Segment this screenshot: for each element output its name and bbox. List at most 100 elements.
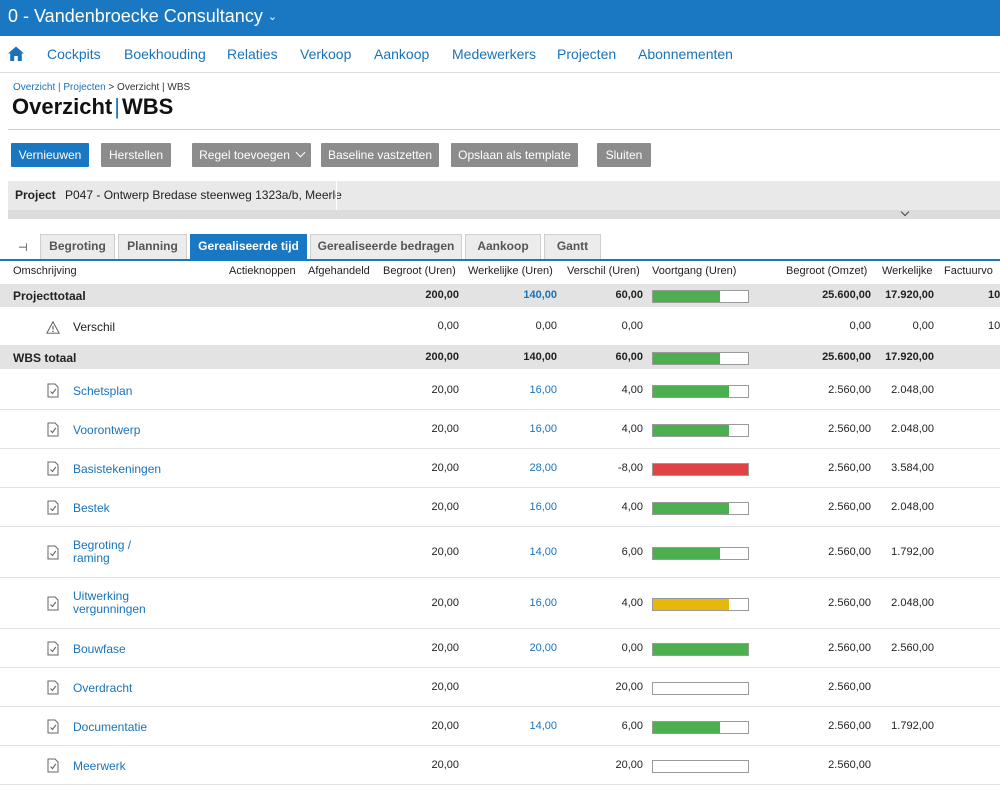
col-werkelijke[interactable]: Werkelijke [882, 265, 933, 277]
chevron-down-icon: ⌄ [267, 11, 278, 23]
begroot-omzet-value: 2.560,00 [828, 597, 871, 609]
progress-fill [653, 548, 720, 559]
task-link[interactable]: Begroting / raming [73, 539, 135, 565]
save-template-button[interactable]: Opslaan als template [451, 143, 578, 167]
werkelijk-uren-value: 0,00 [535, 320, 557, 332]
top-bar: 0 - Vandenbroecke Consultancy ⌄ [0, 0, 1000, 36]
progress-bar [652, 643, 749, 656]
collapse-toggle[interactable] [8, 207, 1000, 219]
task-link[interactable]: Overdracht [73, 681, 132, 695]
project-bar: Project P047 - Ontwerp Bredase steenweg … [8, 181, 1000, 210]
nav-relaties[interactable]: Relaties [227, 46, 278, 62]
task-check-icon [47, 719, 59, 734]
company-name: 0 - Vandenbroecke Consultancy [8, 6, 263, 26]
task-check-icon [47, 545, 59, 560]
task-link[interactable]: Bestek [73, 501, 110, 515]
col-begroot-omzet[interactable]: Begroot (Omzet) [786, 265, 867, 277]
werkelijk-uren-value[interactable]: 16,00 [529, 501, 557, 513]
table-row: Documentatie 20,00 14,00 6,00 2.560,00 1.792,… [0, 707, 1000, 746]
verschil-uren-value: 20,00 [615, 681, 643, 693]
verschil-uren-value: 60,00 [615, 351, 643, 363]
breadcrumb-current: Overzicht | WBS [117, 82, 191, 93]
task-check-icon [47, 596, 59, 611]
werkelijk-uren-value[interactable]: 14,00 [529, 546, 557, 558]
begroot-omzet-value: 2.560,00 [828, 423, 871, 435]
page-title: Overzicht|WBS [12, 94, 173, 120]
table-row: Schetsplan 20,00 16,00 4,00 2.560,00 2.048,00 [0, 371, 1000, 410]
werkelijk-uren-value[interactable]: 140,00 [523, 289, 557, 301]
werkelijk-uren-value[interactable]: 14,00 [529, 720, 557, 732]
nav-verkoop[interactable]: Verkoop [300, 46, 351, 62]
task-link[interactable]: Voorontwerp [73, 423, 140, 437]
begroot-uren-value: 200,00 [425, 289, 459, 301]
nav-abonnementen[interactable]: Abonnementen [638, 46, 733, 62]
werkelijk-uren-value[interactable]: 20,00 [529, 642, 557, 654]
tab-gantt[interactable]: Gantt [544, 234, 601, 259]
verschil-uren-value: 4,00 [621, 423, 643, 435]
chevron-down-icon [900, 207, 910, 217]
nav-aankoop[interactable]: Aankoop [374, 46, 429, 62]
progress-bar [652, 463, 749, 476]
close-button[interactable]: Sluiten [597, 143, 651, 167]
table-row: Verschil 0,00 0,00 0,00 0,00 0,00 10 [0, 307, 1000, 346]
add-line-button[interactable]: Regel toevoegen [192, 143, 311, 167]
col-afgehandeld[interactable]: Afgehandeld [308, 265, 370, 277]
table-row: Projecttotaal 200,00 140,00 60,00 25.600,00 1… [0, 284, 1000, 307]
table-row: Bouwfase 20,00 20,00 0,00 2.560,00 2.560,00 [0, 629, 1000, 668]
col-voortgang-uren[interactable]: Voortgang (Uren) [652, 265, 736, 277]
begroot-omzet-value: 0,00 [849, 320, 871, 332]
verschil-uren-value: 0,00 [621, 320, 643, 332]
col-werkelijke-uren[interactable]: Werkelijke (Uren) [468, 265, 553, 277]
tab-planning[interactable]: Planning [118, 234, 187, 259]
restore-button[interactable]: Herstellen [101, 143, 171, 167]
tab-begroting[interactable]: Begroting [40, 234, 115, 259]
werkelijk-uren-value[interactable]: 16,00 [529, 423, 557, 435]
pin-icon[interactable]: ⊣ [18, 241, 28, 254]
company-switcher[interactable]: 0 - Vandenbroecke Consultancy ⌄ [8, 5, 277, 28]
col-verschil-uren[interactable]: Verschil (Uren) [567, 265, 640, 277]
progress-bar [652, 682, 749, 695]
chevron-down-icon [295, 147, 306, 158]
nav-medewerkers[interactable]: Medewerkers [452, 46, 536, 62]
verschil-uren-value: 6,00 [621, 546, 643, 558]
col-factuurvo[interactable]: Factuurvo [944, 265, 993, 277]
task-link[interactable]: Uitwerking vergunningen [73, 590, 151, 616]
add-line-label: Regel toevoegen [199, 148, 290, 162]
factuur-value: 10 [988, 320, 1000, 332]
col-actieknoppen[interactable]: Actieknoppen [229, 265, 296, 277]
tab-aankoop[interactable]: Aankoop [465, 234, 541, 259]
werkelijke-omzet-value: 17.920,00 [885, 289, 934, 301]
werkelijke-omzet-value: 2.048,00 [891, 597, 934, 609]
baseline-button[interactable]: Baseline vastzetten [321, 143, 439, 167]
task-link[interactable]: Documentatie [73, 720, 147, 734]
begroot-omzet-value: 25.600,00 [822, 289, 871, 301]
begroot-omzet-value: 2.560,00 [828, 384, 871, 396]
col-begroot-uren[interactable]: Begroot (Uren) [383, 265, 456, 277]
nav-cockpits[interactable]: Cockpits [47, 46, 101, 62]
nav-projecten[interactable]: Projecten [557, 46, 616, 62]
refresh-button[interactable]: Vernieuwen [11, 143, 89, 167]
row-label: WBS totaal [13, 351, 77, 365]
begroot-omzet-value: 2.560,00 [828, 501, 871, 513]
verschil-uren-value: 20,00 [615, 759, 643, 771]
task-link[interactable]: Meerwerk [73, 759, 126, 773]
progress-bar [652, 721, 749, 734]
begroot-omzet-value: 2.560,00 [828, 546, 871, 558]
werkelijk-uren-value[interactable]: 16,00 [529, 384, 557, 396]
task-link[interactable]: Schetsplan [73, 384, 132, 398]
werkelijke-omzet-value: 0,00 [912, 320, 934, 332]
tab-gerealiseerde-tijd[interactable]: Gerealiseerde tijd [190, 234, 307, 259]
task-link[interactable]: Bouwfase [73, 642, 126, 656]
task-link[interactable]: Basistekeningen [73, 462, 161, 476]
werkelijk-uren-value[interactable]: 16,00 [529, 597, 557, 609]
breadcrumb-link[interactable]: Overzicht | Projecten [13, 82, 106, 93]
tab-gerealiseerde-bedragen[interactable]: Gerealiseerde bedragen [310, 234, 462, 259]
nav-boekhouding[interactable]: Boekhouding [124, 46, 206, 62]
progress-fill [653, 599, 729, 610]
col-omschrijving[interactable]: Omschrijving [13, 265, 77, 277]
begroot-uren-value: 20,00 [431, 546, 459, 558]
werkelijk-uren-value[interactable]: 28,00 [529, 462, 557, 474]
home-icon[interactable] [7, 45, 25, 63]
task-check-icon [47, 500, 59, 515]
task-check-icon [47, 758, 59, 773]
